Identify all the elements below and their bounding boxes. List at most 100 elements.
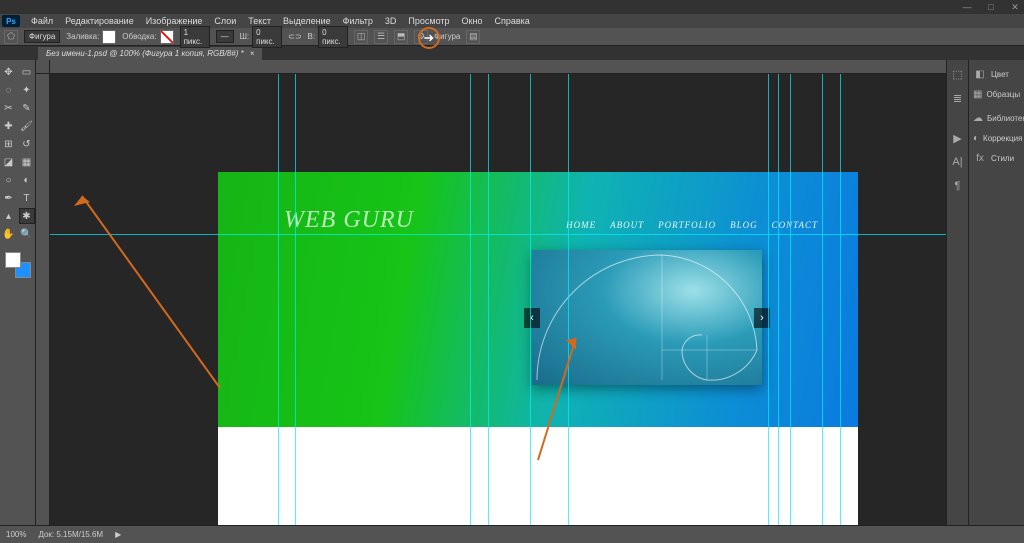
dock-history-icon[interactable]: ⬚: [950, 66, 966, 82]
guide-vertical[interactable]: [470, 74, 471, 525]
guide-vertical[interactable]: [790, 74, 791, 525]
menu-help[interactable]: Справка: [489, 16, 534, 26]
align-edges-icon[interactable]: ▤: [466, 30, 480, 44]
fill-swatch[interactable]: [102, 30, 116, 44]
lasso-tool[interactable]: ◌: [1, 82, 17, 98]
annotation-arrow-1-icon: [70, 188, 230, 398]
doc-size[interactable]: Док: 5.15M/15.6M: [38, 530, 103, 539]
window-min-button[interactable]: —: [962, 2, 972, 12]
dock-layers-icon[interactable]: ≣: [950, 90, 966, 106]
shape-kind-label: Фигура: [434, 32, 460, 41]
guide-vertical[interactable]: [768, 74, 769, 525]
custom-shape-tool[interactable]: ✱: [19, 208, 35, 224]
menu-text[interactable]: Текст: [243, 16, 276, 26]
link-wh-icon[interactable]: ⊂⊃: [288, 32, 301, 41]
stroke-label: Обводка:: [122, 32, 156, 41]
pen-tool[interactable]: ✒: [1, 190, 17, 206]
menu-layers[interactable]: Слои: [209, 16, 241, 26]
zoom-level[interactable]: 100%: [6, 530, 26, 539]
panel-swatches[interactable]: ▦Образцы: [969, 84, 1024, 104]
color-panel-icon: ◧: [973, 67, 987, 81]
fill-label: Заливка:: [66, 32, 99, 41]
design-canvas: WEB GURU HOME ABOUT PORTFOLIO BLOG CONTA…: [218, 172, 858, 525]
arrange-icon[interactable]: ⬒: [394, 30, 408, 44]
window-close-button[interactable]: ✕: [1010, 2, 1020, 12]
menu-image[interactable]: Изображение: [141, 16, 208, 26]
dock-actions-icon[interactable]: ▶: [950, 130, 966, 146]
guide-vertical[interactable]: [840, 74, 841, 525]
guide-vertical[interactable]: [568, 74, 569, 525]
adjustments-panel-icon: ◐: [973, 131, 979, 145]
crop-tool[interactable]: ✂: [1, 100, 17, 116]
dodge-tool[interactable]: ◐: [19, 172, 35, 188]
menu-file[interactable]: Файл: [26, 16, 58, 26]
marquee-tool[interactable]: ▭: [19, 64, 35, 80]
eraser-tool[interactable]: ◪: [1, 154, 17, 170]
history-brush-tool[interactable]: ↺: [19, 136, 35, 152]
move-tool[interactable]: ✥: [1, 64, 17, 80]
right-panels: ◧Цвет ▦Образцы ☁Библиотеки ◐Коррекция fx…: [968, 60, 1024, 525]
heal-tool[interactable]: ✚: [1, 118, 17, 134]
panel-adjustments[interactable]: ◐Коррекция: [969, 128, 1024, 148]
document-tab-close-icon[interactable]: ×: [250, 49, 255, 58]
h-label: В:: [308, 32, 316, 41]
align-icon[interactable]: ☰: [374, 30, 388, 44]
menu-view[interactable]: Просмотр: [403, 16, 454, 26]
menu-window[interactable]: Окно: [457, 16, 488, 26]
nav-about: ABOUT: [610, 220, 644, 230]
blur-tool[interactable]: ○: [1, 172, 17, 188]
canvas-area: WEB GURU HOME ABOUT PORTFOLIO BLOG CONTA…: [36, 60, 946, 525]
slider: ‹ ›: [532, 250, 762, 385]
panel-libraries[interactable]: ☁Библиотеки: [969, 108, 1024, 128]
nav-blog: BLOG: [730, 220, 758, 230]
status-arrow-icon[interactable]: ▶: [115, 530, 121, 539]
panel-libraries-label: Библиотеки: [987, 114, 1024, 123]
gradient-tool[interactable]: ▦: [19, 154, 35, 170]
panel-color[interactable]: ◧Цвет: [969, 64, 1024, 84]
color-swatches[interactable]: [5, 252, 31, 278]
dock-paragraph-icon[interactable]: ¶: [950, 178, 966, 194]
stroke-style-select[interactable]: —: [216, 30, 234, 43]
fg-color-swatch[interactable]: [5, 252, 21, 268]
menu-edit[interactable]: Редактирование: [60, 16, 139, 26]
panel-swatches-label: Образцы: [986, 90, 1020, 99]
panel-styles-label: Стили: [991, 154, 1014, 163]
guide-vertical[interactable]: [822, 74, 823, 525]
guide-vertical[interactable]: [278, 74, 279, 525]
document-tab[interactable]: Без имени-1.psd @ 100% (Фигура 1 копия, …: [38, 47, 262, 60]
styles-panel-icon: fx: [973, 151, 987, 165]
guide-vertical[interactable]: [295, 74, 296, 525]
guide-vertical[interactable]: [778, 74, 779, 525]
width-input[interactable]: 0 пикс.: [252, 26, 282, 48]
menu-select[interactable]: Выделение: [278, 16, 336, 26]
gear-icon[interactable]: ⚙: [414, 30, 428, 44]
path-select-tool[interactable]: ▴: [1, 208, 17, 224]
menu-3d[interactable]: 3D: [380, 16, 402, 26]
eyedropper-tool[interactable]: ✎: [19, 100, 35, 116]
menubar: Ps Файл Редактирование Изображение Слои …: [0, 14, 1024, 28]
shape-mode-select[interactable]: Фигура: [24, 30, 60, 43]
canvas-viewport[interactable]: WEB GURU HOME ABOUT PORTFOLIO BLOG CONTA…: [50, 74, 946, 525]
slider-prev-button: ‹: [524, 308, 540, 328]
zoom-tool[interactable]: 🔍: [19, 226, 35, 242]
wand-tool[interactable]: ✦: [19, 82, 35, 98]
menu-filter[interactable]: Фильтр: [338, 16, 378, 26]
nav: HOME ABOUT PORTFOLIO BLOG CONTACT: [566, 220, 818, 230]
window-restore-button[interactable]: □: [986, 2, 996, 12]
stroke-swatch[interactable]: [160, 30, 174, 44]
ruler-horizontal[interactable]: [50, 60, 946, 74]
stamp-tool[interactable]: ⊞: [1, 136, 17, 152]
ruler-vertical[interactable]: [36, 74, 50, 525]
tool-preset-icon[interactable]: ⬠: [4, 30, 18, 44]
height-input[interactable]: 0 пикс.: [318, 26, 348, 48]
guide-vertical[interactable]: [488, 74, 489, 525]
path-ops-icon[interactable]: ◫: [354, 30, 368, 44]
hand-tool[interactable]: ✋: [1, 226, 17, 242]
type-tool[interactable]: T: [19, 190, 35, 206]
brush-tool[interactable]: 🖌: [19, 118, 35, 134]
stroke-width-input[interactable]: 1 пикс.: [180, 26, 210, 48]
panel-styles[interactable]: fx Стили: [969, 148, 1024, 168]
guide-horizontal[interactable]: [50, 234, 946, 235]
dock-character-icon[interactable]: A|: [950, 154, 966, 170]
guide-vertical[interactable]: [530, 74, 531, 525]
